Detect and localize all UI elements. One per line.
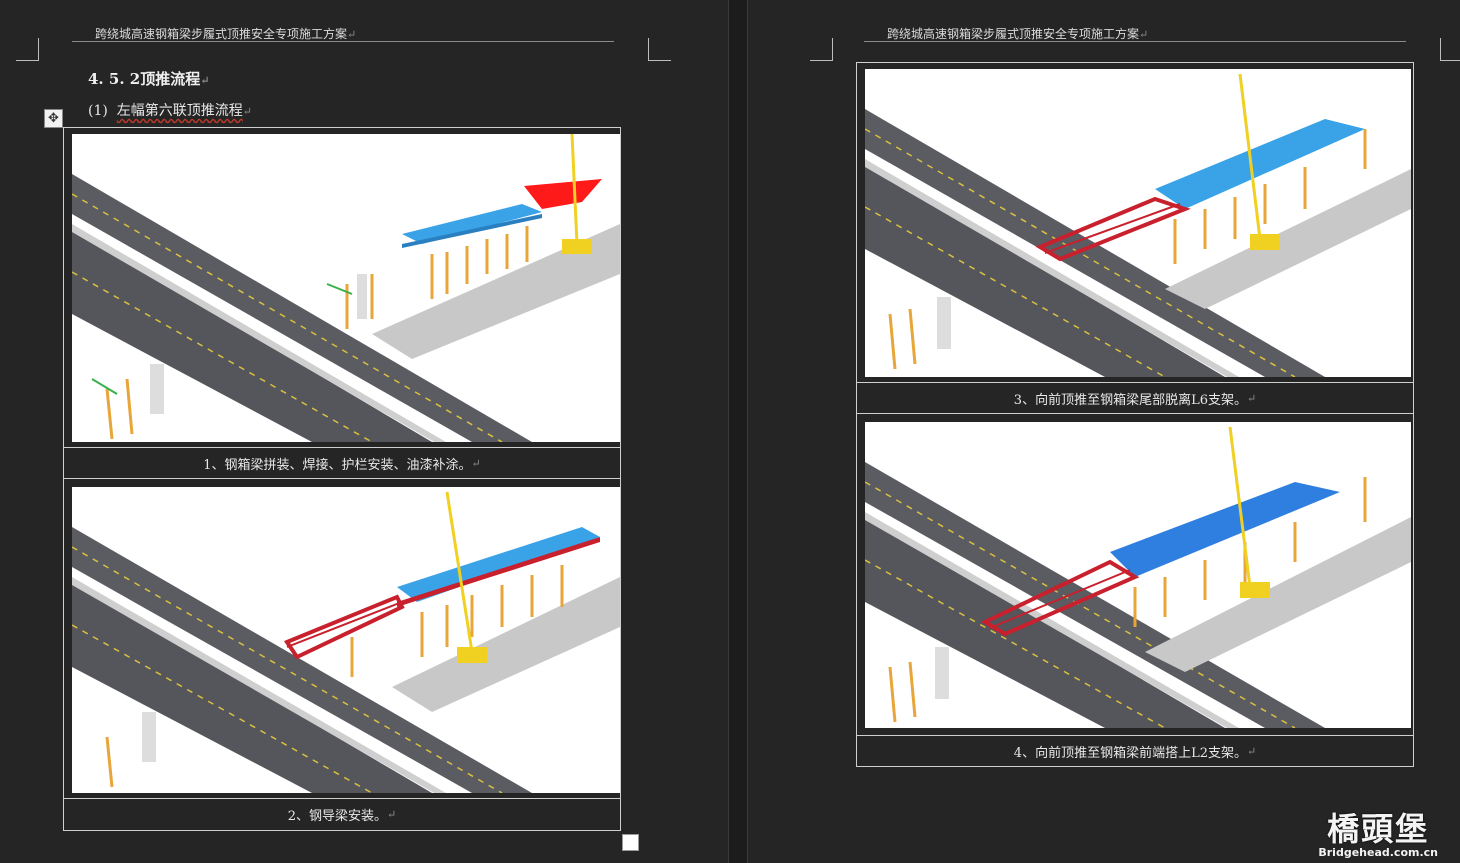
figure-cell-4	[857, 414, 1413, 736]
header-rule-right	[864, 41, 1406, 42]
margin-corner-tl	[16, 38, 39, 61]
header-rule-left	[72, 41, 614, 42]
caption-cell-2: 2、钢导梁安装。 ↵	[287, 808, 397, 824]
bridgehead-watermark: 橋頭堡 Bridgehead.com.cn	[1318, 810, 1438, 859]
figure-cell-1	[64, 128, 620, 448]
page-divider	[728, 0, 748, 863]
render-image-1	[72, 134, 620, 442]
page-header-right: 跨绕城高速钢箱梁步履式顶推安全专项施工方案↵	[887, 27, 1149, 41]
render-image-2	[72, 487, 620, 793]
caption-cell-3: 3、向前顶推至钢箱梁尾部脱离L6支架。 ↵	[857, 383, 1413, 414]
left-page: 跨绕城高速钢箱梁步履式顶推安全专项施工方案↵ 4. 5. 2顶推流程↵ (1) …	[0, 0, 728, 863]
render-image-3	[865, 69, 1411, 377]
sub-heading: (1) 左幅第六联顶推流程↵	[88, 103, 252, 119]
section-heading: 4. 5. 2顶推流程↵	[88, 70, 210, 88]
margin-corner-tl-right	[810, 38, 833, 61]
figure-cell-2	[64, 479, 620, 799]
margin-corner-tr-right	[1440, 38, 1460, 61]
table-move-handle-icon[interactable]: ✥	[44, 109, 63, 128]
caption-cell-4: 4、向前顶推至钢箱梁前端搭上L2支架。 ↵	[1013, 744, 1257, 761]
page-header-left: 跨绕城高速钢箱梁步履式顶推安全专项施工方案↵	[95, 27, 357, 41]
caption-cell-1: 1、钢箱梁拼装、焊接、护栏安装、油漆补涂。 ↵	[64, 448, 620, 479]
table-resize-handle[interactable]	[622, 834, 639, 851]
figure-table-right: 3、向前顶推至钢箱梁尾部脱离L6支架。 ↵ 4、向前顶推至钢箱梁前端搭上L2支架…	[856, 62, 1414, 767]
margin-corner-tr	[648, 38, 671, 61]
right-page: 跨绕城高速钢箱梁步履式顶推安全专项施工方案↵ 3、向前顶推至钢箱梁尾部脱离L6支…	[748, 0, 1460, 863]
figure-table-left: 1、钢箱梁拼装、焊接、护栏安装、油漆补涂。 ↵ 2、钢导梁安装。 ↵	[63, 127, 621, 831]
figure-cell-3	[857, 63, 1413, 383]
render-image-4	[865, 422, 1411, 728]
